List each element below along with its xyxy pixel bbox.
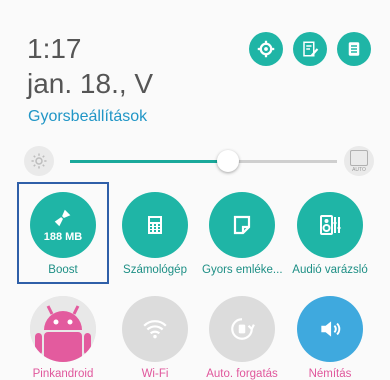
list-button[interactable] <box>337 32 371 66</box>
note-icon <box>233 215 251 235</box>
auto-brightness-label: AUTO <box>352 167 366 173</box>
tile-wifi-label: Wi-Fi <box>141 368 169 380</box>
edit-button[interactable] <box>293 32 327 66</box>
wifi-icon <box>143 320 167 339</box>
tile-boost[interactable]: 188 MB Boost <box>23 192 103 276</box>
tile-calculator[interactable]: Számológép <box>115 192 195 276</box>
tile-mute-label: Némítás <box>308 368 352 380</box>
rotate-icon <box>231 318 255 340</box>
tile-quick-memo[interactable]: Gyors emléke... <box>202 192 283 276</box>
settings-button[interactable] <box>249 32 283 66</box>
tile-audio-wizard-label: Audió varázsló <box>292 264 368 276</box>
calculator-circle[interactable] <box>122 192 188 258</box>
mute-circle[interactable] <box>297 296 363 362</box>
brightness-track-fill[interactable] <box>70 160 227 163</box>
brightness-sun-icon <box>24 146 54 176</box>
boost-circle[interactable]: 188 MB <box>30 192 96 258</box>
tile-audio-wizard[interactable]: Audió varázsló <box>290 192 370 276</box>
tile-calculator-label: Számológép <box>123 264 187 276</box>
tile-mute[interactable]: Némítás <box>290 296 370 380</box>
tile-wifi[interactable]: Wi-Fi <box>115 296 195 380</box>
tile-boost-label: Boost <box>48 264 78 276</box>
audio-icon <box>320 215 341 235</box>
tile-user-pinkandroid[interactable]: Pinkandroid <box>23 296 103 380</box>
brightness-track[interactable] <box>227 160 337 163</box>
tile-auto-rotate[interactable]: Auto. forgatás <box>202 296 282 380</box>
date-label: jan. 18., V <box>27 68 154 99</box>
tile-auto-rotate-label: Auto. forgatás <box>206 368 278 380</box>
auto-brightness-button[interactable]: AUTO <box>344 146 374 176</box>
wifi-circle[interactable] <box>122 296 188 362</box>
calculator-icon <box>148 216 162 234</box>
brightness-thumb[interactable] <box>217 150 239 172</box>
brightness-slider-row: AUTO <box>24 146 374 176</box>
tile-quick-memo-label: Gyors emléke... <box>202 264 283 276</box>
quick-memo-circle[interactable] <box>209 192 275 258</box>
auto-rotate-circle[interactable] <box>209 296 275 362</box>
tile-user-label: Pinkandroid <box>32 368 94 380</box>
clock-time: 1:17 <box>27 33 82 64</box>
settings-icon <box>257 40 275 58</box>
quick-settings-title: Gyorsbeállítások <box>28 108 148 125</box>
broom-icon <box>54 209 71 227</box>
edit-icon <box>303 41 319 57</box>
pinkandroid-avatar[interactable] <box>30 296 96 362</box>
boost-memory-value: 188 MB <box>43 231 83 243</box>
volume-icon <box>321 321 341 337</box>
audio-wizard-circle[interactable] <box>297 192 363 258</box>
list-icon <box>348 42 360 56</box>
auto-brightness-icon <box>350 150 368 166</box>
pinkandroid-avatar-image <box>30 296 96 362</box>
